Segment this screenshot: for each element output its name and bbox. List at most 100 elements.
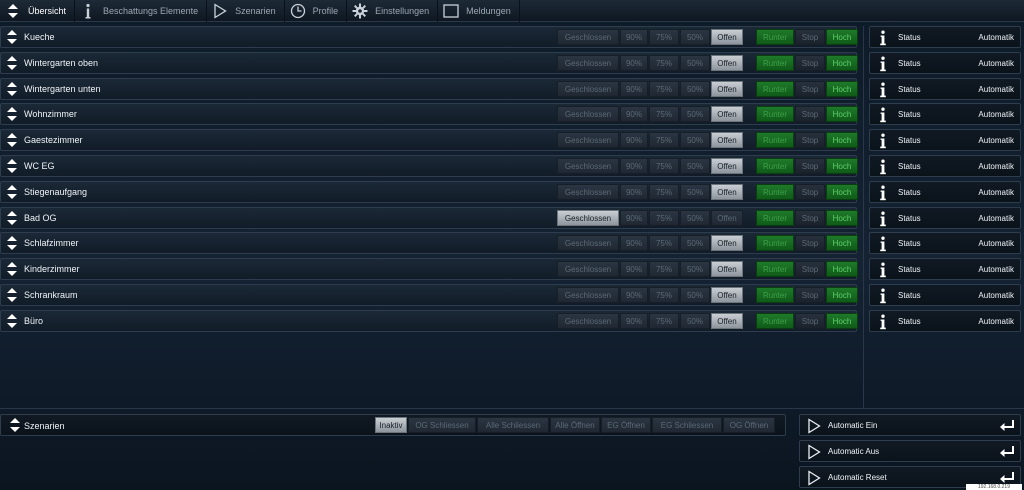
move-button[interactable]: Runter — [756, 313, 794, 329]
nav-tab-4[interactable]: Einstellungen — [347, 0, 439, 22]
info-icon[interactable] — [878, 107, 888, 123]
info-icon[interactable] — [878, 133, 888, 149]
move-button[interactable]: Hoch — [826, 81, 858, 97]
position-button[interactable]: Geschlossen — [557, 29, 619, 45]
nav-tab-3[interactable]: Profile — [285, 0, 348, 22]
position-button[interactable]: Offen — [711, 235, 743, 251]
position-button[interactable]: 50% — [680, 287, 710, 303]
position-button[interactable]: 50% — [680, 106, 710, 122]
position-button[interactable]: Geschlossen — [557, 184, 619, 200]
automatic-action-row[interactable]: Automatic Ein — [799, 414, 1021, 436]
position-button[interactable]: Geschlossen — [557, 313, 619, 329]
position-button[interactable]: 50% — [680, 235, 710, 251]
automatic-action-row[interactable]: Automatic Aus — [799, 440, 1021, 462]
info-icon[interactable] — [878, 262, 888, 278]
position-button[interactable]: 50% — [680, 210, 710, 226]
move-button[interactable]: Hoch — [826, 287, 858, 303]
move-button[interactable]: Stop — [795, 132, 825, 148]
status-row[interactable]: Status Automatik — [869, 310, 1021, 332]
status-row[interactable]: Status Automatik — [869, 155, 1021, 177]
move-button[interactable]: Stop — [795, 158, 825, 174]
position-button[interactable]: Geschlossen — [557, 106, 619, 122]
scenario-button[interactable]: EG Öffnen — [601, 417, 651, 433]
position-button[interactable]: Geschlossen — [557, 287, 619, 303]
status-row[interactable]: Status Automatik — [869, 78, 1021, 100]
move-button[interactable]: Hoch — [826, 132, 858, 148]
move-button[interactable]: Stop — [795, 261, 825, 277]
position-button[interactable]: Offen — [711, 106, 743, 122]
position-button[interactable]: Offen — [711, 261, 743, 277]
position-button[interactable]: 75% — [649, 106, 679, 122]
move-button[interactable]: Hoch — [826, 29, 858, 45]
position-button[interactable]: 90% — [620, 132, 648, 148]
move-button[interactable]: Runter — [756, 106, 794, 122]
scenario-button[interactable]: Alle Öffnen — [550, 417, 600, 433]
move-button[interactable]: Stop — [795, 313, 825, 329]
position-button[interactable]: 90% — [620, 210, 648, 226]
position-button[interactable]: Offen — [711, 132, 743, 148]
position-button[interactable]: 75% — [649, 261, 679, 277]
up-down-arrows-icon[interactable] — [4, 287, 20, 303]
nav-tab-5[interactable]: Meldungen — [438, 0, 520, 22]
move-button[interactable]: Runter — [756, 184, 794, 200]
position-button[interactable]: 50% — [680, 29, 710, 45]
move-button[interactable]: Runter — [756, 261, 794, 277]
move-button[interactable]: Stop — [795, 29, 825, 45]
position-button[interactable]: 75% — [649, 29, 679, 45]
position-button[interactable]: 50% — [680, 55, 710, 71]
position-button[interactable]: 90% — [620, 106, 648, 122]
info-icon[interactable] — [878, 56, 888, 72]
position-button[interactable]: Geschlossen — [557, 81, 619, 97]
status-row[interactable]: Status Automatik — [869, 52, 1021, 74]
position-button[interactable]: 75% — [649, 287, 679, 303]
enter-arrow-icon[interactable] — [999, 445, 1015, 459]
move-button[interactable]: Runter — [756, 210, 794, 226]
move-button[interactable]: Stop — [795, 287, 825, 303]
info-icon[interactable] — [878, 159, 888, 175]
info-icon[interactable] — [878, 236, 888, 252]
up-down-arrows-icon[interactable] — [4, 106, 20, 122]
move-button[interactable]: Hoch — [826, 210, 858, 226]
up-down-arrows-icon[interactable] — [4, 158, 20, 174]
position-button[interactable]: 50% — [680, 158, 710, 174]
move-button[interactable]: Hoch — [826, 158, 858, 174]
position-button[interactable]: 75% — [649, 55, 679, 71]
enter-arrow-icon[interactable] — [999, 419, 1015, 433]
up-down-arrows-icon[interactable] — [4, 261, 20, 277]
move-button[interactable]: Hoch — [826, 106, 858, 122]
move-button[interactable]: Hoch — [826, 55, 858, 71]
info-icon[interactable] — [878, 185, 888, 201]
nav-tab-2[interactable]: Szenarien — [207, 0, 285, 22]
position-button[interactable]: 90% — [620, 235, 648, 251]
position-button[interactable]: 90% — [620, 29, 648, 45]
position-button[interactable]: 90% — [620, 261, 648, 277]
position-button[interactable]: Geschlossen — [557, 261, 619, 277]
position-button[interactable]: 50% — [680, 261, 710, 277]
move-button[interactable]: Runter — [756, 287, 794, 303]
position-button[interactable]: 75% — [649, 235, 679, 251]
status-row[interactable]: Status Automatik — [869, 207, 1021, 229]
position-button[interactable]: Offen — [711, 313, 743, 329]
status-row[interactable]: Status Automatik — [869, 258, 1021, 280]
position-button[interactable]: 50% — [680, 132, 710, 148]
info-icon[interactable] — [878, 82, 888, 98]
position-button[interactable]: Geschlossen — [557, 132, 619, 148]
move-button[interactable]: Runter — [756, 132, 794, 148]
position-button[interactable]: Offen — [711, 287, 743, 303]
move-button[interactable]: Runter — [756, 29, 794, 45]
status-row[interactable]: Status Automatik — [869, 181, 1021, 203]
position-button[interactable]: Geschlossen — [557, 55, 619, 71]
position-button[interactable]: 75% — [649, 210, 679, 226]
position-button[interactable]: 90% — [620, 81, 648, 97]
status-row[interactable]: Status Automatik — [869, 26, 1021, 48]
move-button[interactable]: Hoch — [826, 313, 858, 329]
up-down-arrows-icon[interactable] — [7, 417, 23, 433]
up-down-arrows-icon[interactable] — [4, 132, 20, 148]
position-button[interactable]: Offen — [711, 210, 743, 226]
status-row[interactable]: Status Automatik — [869, 103, 1021, 125]
info-icon[interactable] — [878, 314, 888, 330]
status-row[interactable]: Status Automatik — [869, 129, 1021, 151]
move-button[interactable]: Hoch — [826, 235, 858, 251]
move-button[interactable]: Hoch — [826, 184, 858, 200]
up-down-arrows-icon[interactable] — [4, 81, 20, 97]
